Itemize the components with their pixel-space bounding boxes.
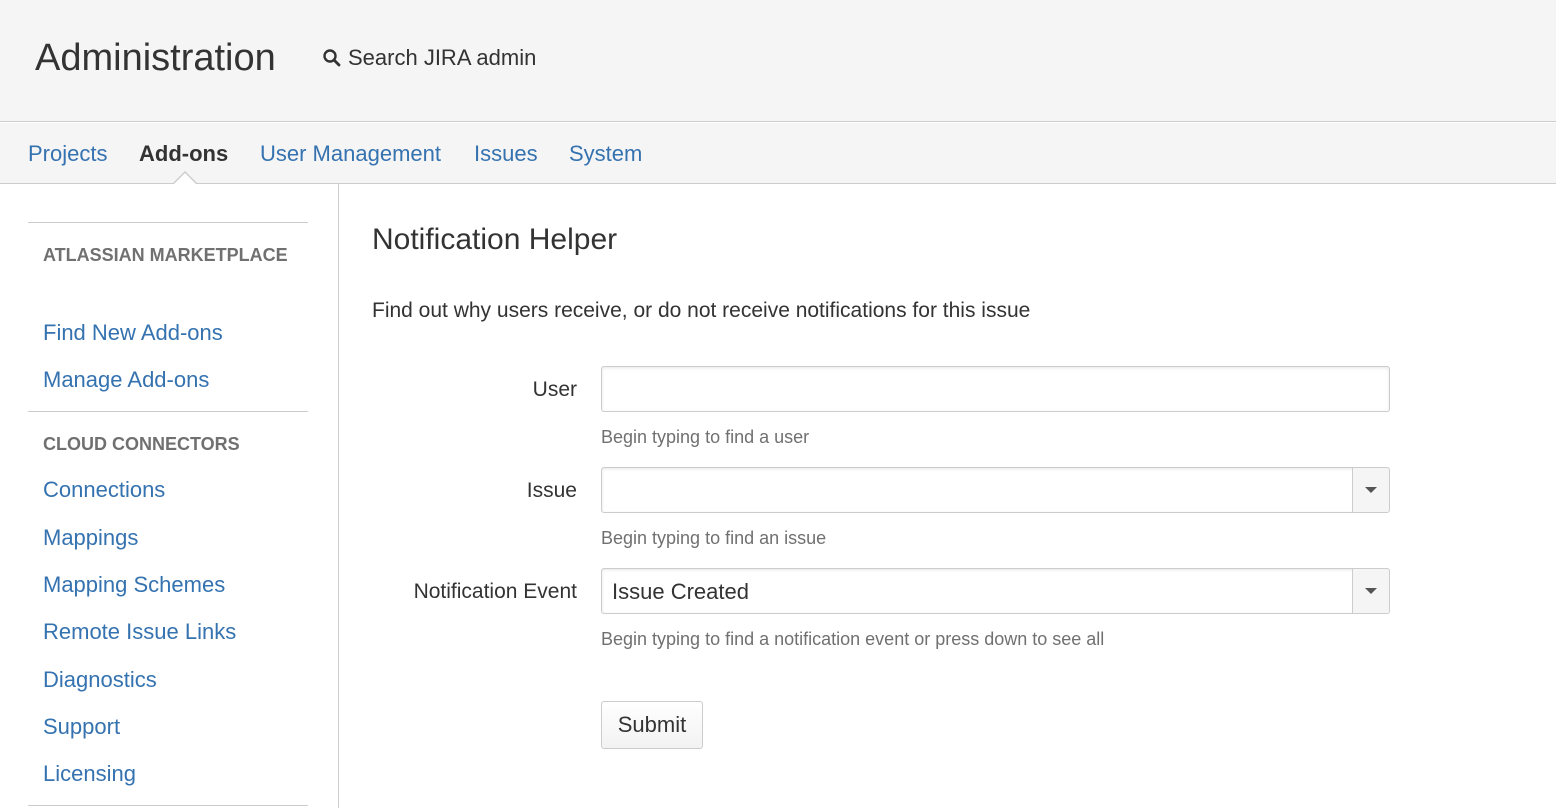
page-header-title: Administration [35, 37, 276, 79]
admin-header: Administration Search JIRA admin [0, 0, 1556, 122]
sidebar-item-connections[interactable]: Connections [43, 476, 165, 504]
search-admin-link[interactable]: Search JIRA admin [322, 44, 536, 72]
tab-system[interactable]: System [569, 140, 642, 168]
sidebar-item-licensing[interactable]: Licensing [43, 760, 136, 788]
issue-select[interactable] [601, 467, 1390, 513]
chevron-down-icon [1365, 588, 1377, 594]
sidebar-item-support[interactable]: Support [43, 713, 120, 741]
page-description: Find out why users receive, or do not re… [372, 299, 1031, 322]
user-field-description: Begin typing to find a user [601, 427, 810, 447]
search-icon [322, 48, 342, 68]
search-admin-label: Search JIRA admin [348, 45, 537, 70]
sidebar-item-manage-add-ons[interactable]: Manage Add-ons [43, 366, 209, 394]
sidebar-heading-cloud-connectors: CLOUD CONNECTORS [43, 434, 240, 454]
notification-event-field-description: Begin typing to find a notification even… [601, 629, 1105, 649]
page-title: Notification Helper [372, 223, 618, 256]
sidebar-divider [28, 222, 308, 223]
notification-event-select[interactable]: Issue Created [601, 568, 1390, 614]
notification-event-select-value: Issue Created [612, 579, 749, 604]
sidebar: ATLASSIAN MARKETPLACE Find New Add-ons M… [0, 184, 339, 808]
sidebar-item-mappings[interactable]: Mappings [43, 524, 138, 552]
tab-add-ons[interactable]: Add-ons [139, 140, 228, 168]
sidebar-heading-atlassian-marketplace: ATLASSIAN MARKETPLACE [43, 245, 288, 265]
sidebar-divider [28, 805, 308, 806]
tab-user-management[interactable]: User Management [260, 140, 441, 168]
issue-field-label: Issue [526, 479, 577, 502]
sidebar-item-remote-issue-links[interactable]: Remote Issue Links [43, 618, 236, 646]
issue-dropdown-button[interactable] [1352, 468, 1389, 512]
admin-nav: Projects Add-ons User Management Issues … [0, 123, 1556, 184]
sidebar-item-mapping-schemes[interactable]: Mapping Schemes [43, 571, 225, 599]
tab-projects[interactable]: Projects [28, 140, 107, 168]
user-field-label: User [532, 378, 577, 401]
sidebar-divider [28, 411, 308, 412]
user-input[interactable] [601, 366, 1390, 412]
chevron-down-icon [1365, 487, 1377, 493]
submit-button[interactable]: Submit [601, 701, 703, 749]
issue-field-description: Begin typing to find an issue [601, 528, 827, 548]
sidebar-item-diagnostics[interactable]: Diagnostics [43, 666, 157, 694]
notification-event-field-label: Notification Event [413, 580, 577, 603]
sidebar-item-find-new-add-ons[interactable]: Find New Add-ons [43, 319, 223, 347]
notification-event-dropdown-button[interactable] [1352, 569, 1389, 613]
tab-issues[interactable]: Issues [474, 140, 538, 168]
